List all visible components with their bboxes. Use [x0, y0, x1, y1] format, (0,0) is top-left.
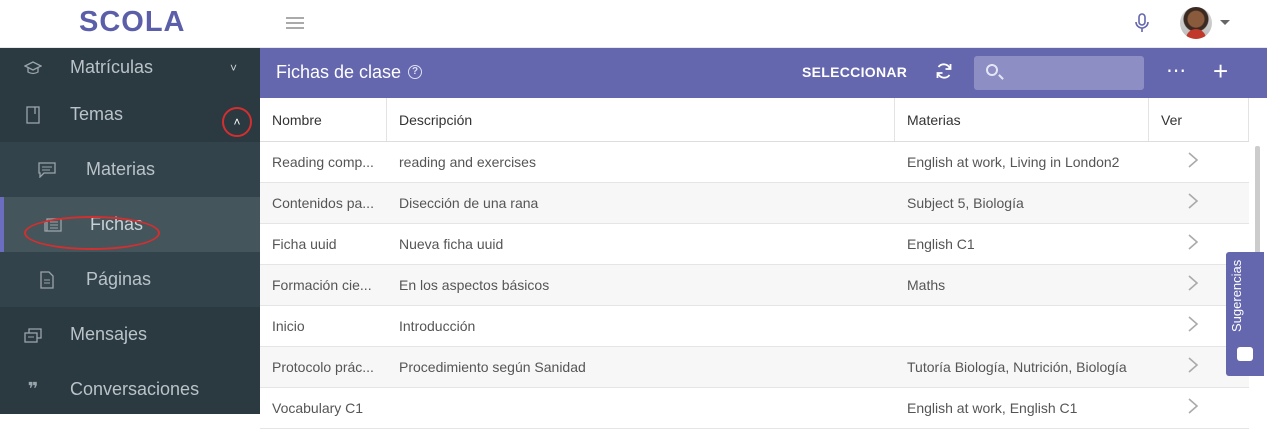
chevron-right-icon — [1187, 356, 1199, 378]
file-text-icon — [38, 270, 56, 289]
add-button[interactable]: + — [1213, 56, 1228, 87]
more-options-button[interactable]: ⋯ — [1166, 58, 1186, 83]
search-box[interactable] — [974, 56, 1144, 90]
chevron-right-icon — [1187, 274, 1199, 296]
cell-nombre: Vocabulary C1 — [272, 400, 364, 416]
cell-nombre: Contenidos pa... — [272, 195, 374, 211]
table-row[interactable]: Formación cie... En los aspectos básicos M… — [260, 265, 1249, 306]
fichas-highlight-annotation — [24, 216, 160, 250]
table-body: Reading comp... reading and exercises Engl… — [260, 142, 1249, 429]
sidebar-item-label: Conversaciones — [70, 379, 200, 399]
table-row[interactable]: Reading comp... reading and exercises Engl… — [260, 142, 1249, 183]
cell-descripcion: Procedimiento según Sanidad — [399, 359, 586, 375]
notebook-icon — [24, 105, 42, 124]
view-button[interactable] — [1149, 388, 1249, 428]
cell-materias: Tutoría Biología, Nutrición, Biología — [907, 359, 1127, 375]
chevron-down-icon[interactable]: ˅ — [230, 61, 237, 75]
view-button[interactable] — [1149, 142, 1249, 182]
column-header-descripcion[interactable]: Descripción — [387, 98, 895, 141]
fichas-table: Nombre Descripción Materias Ver Reading … — [260, 98, 1249, 429]
search-input[interactable] — [1010, 60, 1136, 86]
user-avatar[interactable] — [1180, 7, 1212, 39]
cell-descripcion: Disección de una rana — [399, 195, 539, 211]
table-header: Nombre Descripción Materias Ver — [260, 98, 1249, 142]
sidebar-item-conversaciones[interactable]: ❞ Conversaciones — [0, 362, 260, 417]
menu-toggle-icon[interactable] — [286, 14, 304, 32]
cell-nombre: Formación cie... — [272, 277, 372, 293]
cell-materias: English at work, English C1 — [907, 400, 1078, 416]
comment-lines-icon — [38, 161, 56, 178]
cell-descripcion: Introducción — [399, 318, 476, 334]
temas-collapse-toggle[interactable]: ˄ — [222, 107, 252, 137]
page-title: Fichas de clase — [276, 62, 402, 82]
sidebar-item-temas[interactable]: Temas — [0, 87, 260, 142]
sidebar-item-label: Temas — [70, 104, 124, 124]
column-header-ver[interactable]: Ver — [1149, 98, 1249, 141]
cell-materias: English at work, Living in London2 — [907, 154, 1120, 170]
sidebar-item-label: Materias — [86, 159, 156, 179]
quote-icon: ❞ — [27, 379, 39, 399]
cell-nombre: Ficha uuid — [272, 236, 337, 252]
sidebar-item-label: Matrículas — [70, 57, 154, 77]
table-row[interactable]: Inicio Introducción — [260, 306, 1249, 347]
inbox-icon — [24, 327, 42, 343]
cell-descripcion: Nueva ficha uuid — [399, 236, 504, 252]
sugerencias-label: Sugerencias — [1229, 259, 1244, 332]
cell-nombre: Reading comp... — [272, 154, 374, 170]
table-row[interactable]: Protocolo prác... Procedimiento según San… — [260, 347, 1249, 388]
cell-materias — [895, 306, 1149, 346]
chevron-right-icon — [1187, 192, 1199, 214]
chevron-right-icon — [1187, 397, 1199, 419]
top-bar: SCOLA — [0, 0, 1267, 48]
cell-materias: Subject 5, Biología — [907, 195, 1024, 211]
table-row[interactable]: Ficha uuid Nueva ficha uuid English C1 — [260, 224, 1249, 265]
sidebar-item-label: Páginas — [86, 269, 152, 289]
refresh-icon[interactable] — [935, 62, 953, 80]
view-button[interactable] — [1149, 183, 1249, 223]
scola-logo[interactable]: SCOLA — [79, 6, 186, 39]
sidebar-item-label: Mensajes — [70, 324, 148, 344]
search-icon — [986, 64, 998, 76]
sugerencias-button[interactable]: Sugerencias — [1226, 252, 1264, 376]
select-button[interactable]: SELECCIONAR — [802, 64, 907, 80]
sidebar-item-paginas[interactable]: Páginas — [0, 252, 260, 307]
cell-nombre: Protocolo prác... — [272, 359, 374, 375]
table-row[interactable]: Contenidos pa... Disección de una rana Sub… — [260, 183, 1249, 224]
cell-descripcion — [387, 388, 895, 428]
chevron-down-icon[interactable] — [1220, 20, 1230, 25]
help-icon[interactable]: ? — [408, 65, 422, 79]
microphone-icon[interactable] — [1134, 12, 1150, 34]
cell-descripcion: En los aspectos básicos — [399, 277, 550, 293]
graduation-cap-icon — [24, 60, 42, 76]
chevron-right-icon — [1187, 233, 1199, 255]
cell-nombre: Inicio — [272, 318, 305, 334]
cell-materias: English C1 — [907, 236, 975, 252]
chevron-up-icon: ˄ — [233, 115, 241, 129]
sidebar-item-matriculas[interactable]: Matrículas ˅ — [0, 48, 260, 87]
chevron-right-icon — [1187, 151, 1199, 173]
column-header-nombre[interactable]: Nombre — [260, 98, 387, 141]
cell-descripcion: reading and exercises — [399, 154, 536, 170]
sidebar-item-mensajes[interactable]: Mensajes — [0, 307, 260, 362]
column-header-materias[interactable]: Materias — [895, 98, 1149, 141]
content-header: Fichas de clase ? SELECCIONAR ⋯ + — [260, 48, 1267, 98]
scrollbar[interactable] — [1255, 146, 1260, 256]
table-row[interactable]: Vocabulary C1 English at work, English C1 — [260, 388, 1249, 429]
cell-materias: Maths — [907, 277, 946, 293]
smile-chat-icon — [1237, 347, 1253, 361]
chevron-right-icon — [1187, 315, 1199, 337]
sidebar-item-materias[interactable]: Materias — [0, 142, 260, 197]
